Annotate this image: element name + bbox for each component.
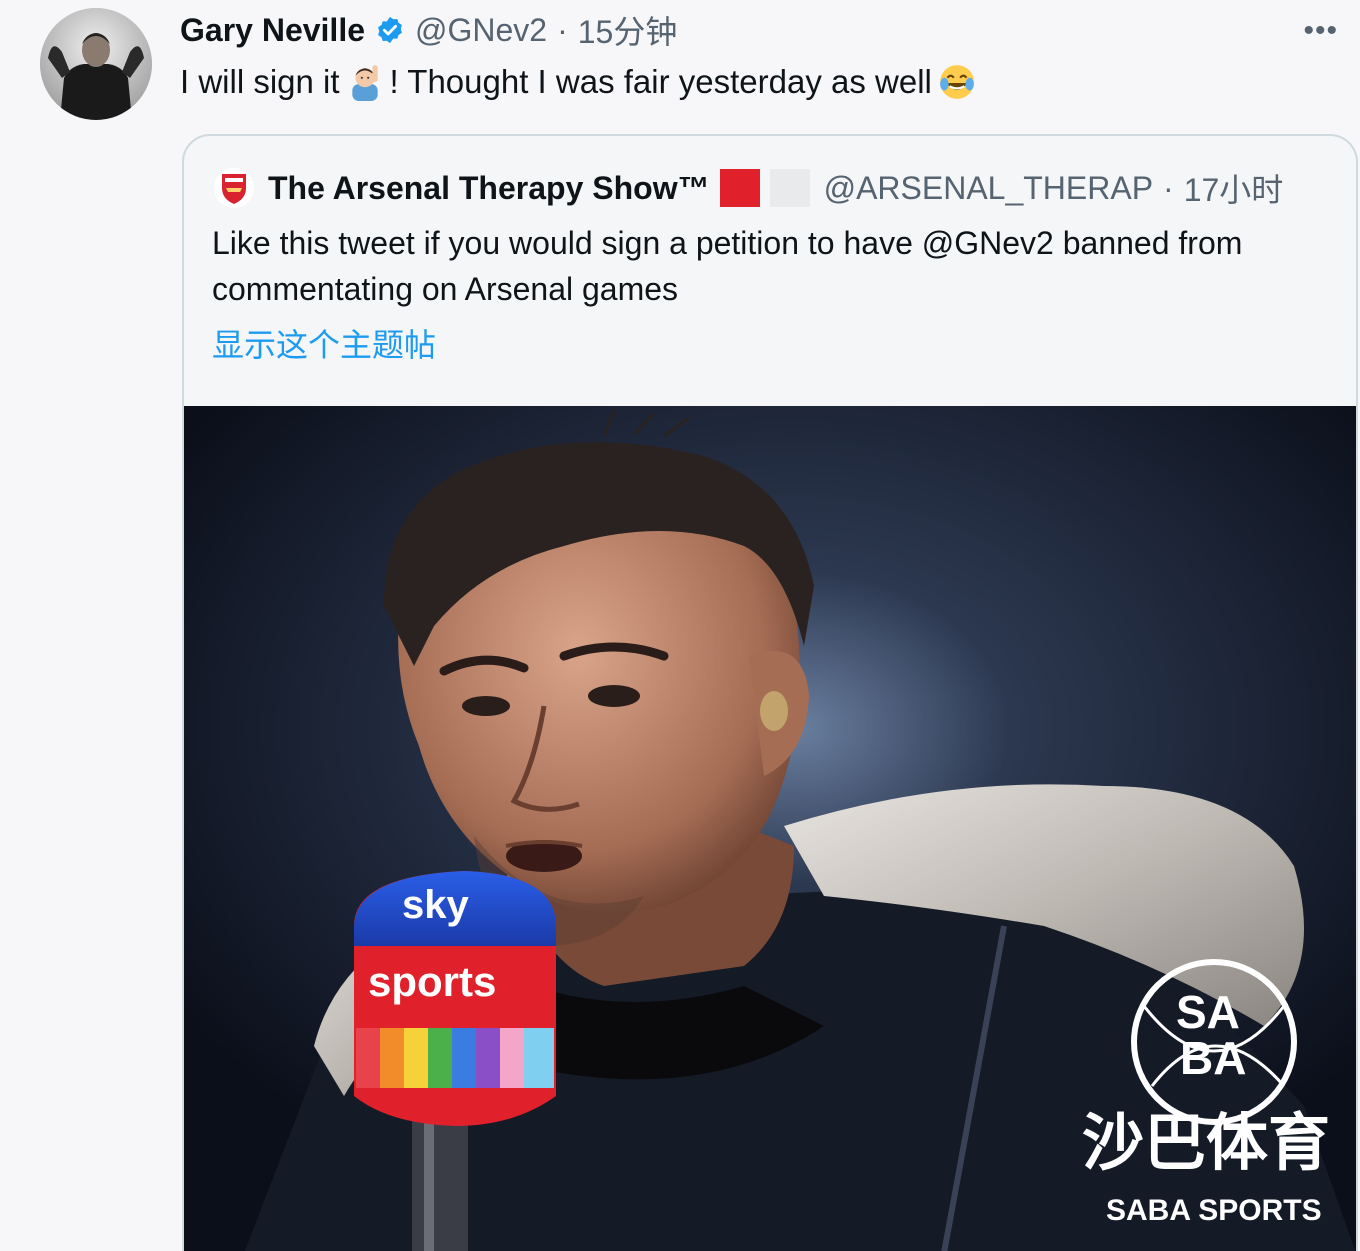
quoted-author-handle[interactable]: @ARSENAL_THERAP	[824, 170, 1153, 207]
quoted-tweet-timestamp[interactable]: 17小时	[1184, 165, 1284, 211]
face-with-tears-of-joy-emoji-icon	[939, 65, 974, 99]
watermark-cn: 沙巴体育	[1082, 1106, 1330, 1179]
man-raising-hand-emoji-icon	[351, 65, 378, 101]
quoted-tweet-image[interactable]: sky sports SA BA 沙巴体育 SABA SPORTS	[184, 406, 1356, 1251]
author-avatar[interactable]	[40, 8, 152, 120]
author-name[interactable]: Gary Neville	[180, 12, 365, 49]
quoted-author-name[interactable]: The Arsenal Therapy Show™	[268, 170, 710, 207]
more-options-icon[interactable]: •••	[1303, 14, 1338, 48]
quoted-author-avatar[interactable]	[214, 168, 254, 208]
photo-illustration: sky sports SA BA 沙巴体育 SABA SPORTS	[184, 406, 1356, 1251]
quoted-tweet-text: Like this tweet if you would sign a peti…	[212, 225, 1243, 307]
arsenal-shield-icon	[214, 168, 254, 208]
mic-brand-top: sky	[402, 883, 469, 927]
separator-dot: ·	[557, 11, 568, 48]
quoted-tweet-header: The Arsenal Therapy Show™ @ARSENAL_THERA…	[214, 166, 1283, 210]
watermark-logo-top: SA	[1176, 986, 1240, 1038]
tweet-timestamp[interactable]: 15分钟	[578, 7, 678, 53]
avatar-photo	[40, 8, 152, 120]
quoted-tweet-card[interactable]: The Arsenal Therapy Show™ @ARSENAL_THERA…	[182, 134, 1358, 1251]
verified-badge-icon	[378, 16, 402, 44]
show-thread-link[interactable]: 显示这个主题帖	[212, 320, 436, 366]
tweet-text: I will sign it ! Thought I was fair yest…	[180, 60, 982, 104]
watermark-en: SABA SPORTS	[1106, 1194, 1322, 1227]
white-square-icon	[769, 169, 810, 207]
watermark-logo-bottom: BA	[1180, 1032, 1246, 1084]
mic-brand-bottom: sports	[368, 958, 496, 1005]
tweet-text-part1: I will sign it	[180, 63, 340, 100]
tweet-text-part2: ! Thought I was fair yesterday as well	[389, 63, 932, 100]
tweet[interactable]: Gary Neville @GNev2 · 15分钟 ••• I will si…	[0, 0, 1360, 1251]
tweet-header: Gary Neville @GNev2 · 15分钟	[180, 7, 678, 53]
red-square-icon	[719, 169, 760, 207]
author-handle[interactable]: @GNev2	[415, 12, 547, 49]
separator-dot: ·	[1163, 169, 1174, 206]
